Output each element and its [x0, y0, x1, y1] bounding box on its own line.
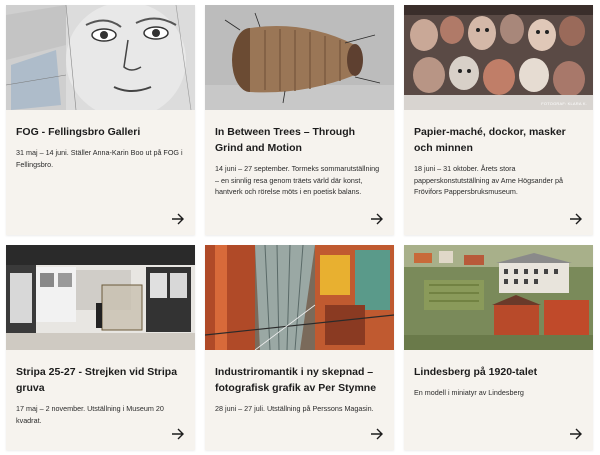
arrow-right-icon[interactable]: [171, 428, 185, 440]
industrial-photo-image: [205, 245, 394, 350]
event-card-grid: FOG - Fellingsbro Galleri 31 maj – 14 ju…: [6, 5, 594, 450]
event-description: 28 juni – 27 juli. Utställning på Persso…: [215, 404, 374, 413]
photo-credit: FOTOGRAF: KLARA K.: [541, 101, 587, 106]
arrow-right-icon[interactable]: [569, 213, 583, 225]
event-title: Lindesberg på 1920-talet: [414, 366, 538, 378]
event-title: Stripa 25-27 - Strejken vid Stripa gruva: [16, 366, 178, 394]
wooden-sculpture-image: [205, 5, 394, 110]
arrow-right-icon[interactable]: [171, 213, 185, 225]
exhibition-room-image: [6, 245, 195, 350]
event-card[interactable]: In Between Trees – Through Grind and Mot…: [205, 5, 394, 235]
event-title: Industriromantik i ny skepnad – fotograf…: [215, 366, 377, 394]
event-description: En modell i miniatyr av Lindesberg: [414, 388, 524, 397]
event-card[interactable]: Stripa 25-27 - Strejken vid Stripa gruva…: [6, 245, 195, 450]
arrow-right-icon[interactable]: [370, 428, 384, 440]
masks-image: FOTOGRAF: KLARA K.: [404, 5, 593, 110]
event-description: 14 juni – 27 september. Tormeks sommarut…: [215, 164, 380, 196]
arrow-right-icon[interactable]: [569, 428, 583, 440]
event-card[interactable]: FOTOGRAF: KLARA K. Papier-maché, dockor,…: [404, 5, 593, 235]
event-description: 17 maj – 2 november. Utställning i Museu…: [16, 404, 164, 425]
event-title: In Between Trees – Through Grind and Mot…: [215, 126, 356, 154]
event-title: FOG - Fellingsbro Galleri: [16, 126, 141, 138]
event-card[interactable]: Industriromantik i ny skepnad – fotograf…: [205, 245, 394, 450]
event-card[interactable]: FOG - Fellingsbro Galleri 31 maj – 14 ju…: [6, 5, 195, 235]
arrow-right-icon[interactable]: [370, 213, 384, 225]
event-description: 18 juni – 31 oktober. Årets stora papper…: [414, 164, 564, 196]
event-title: Papier-maché, dockor, masker och minnen: [414, 126, 566, 154]
event-card[interactable]: Lindesberg på 1920-talet En modell i min…: [404, 245, 593, 450]
miniature-town-image: [404, 245, 593, 350]
sketch-face-image: [6, 5, 195, 110]
event-description: 31 maj – 14 juni. Ställer Anna-Karin Boo…: [16, 148, 183, 169]
